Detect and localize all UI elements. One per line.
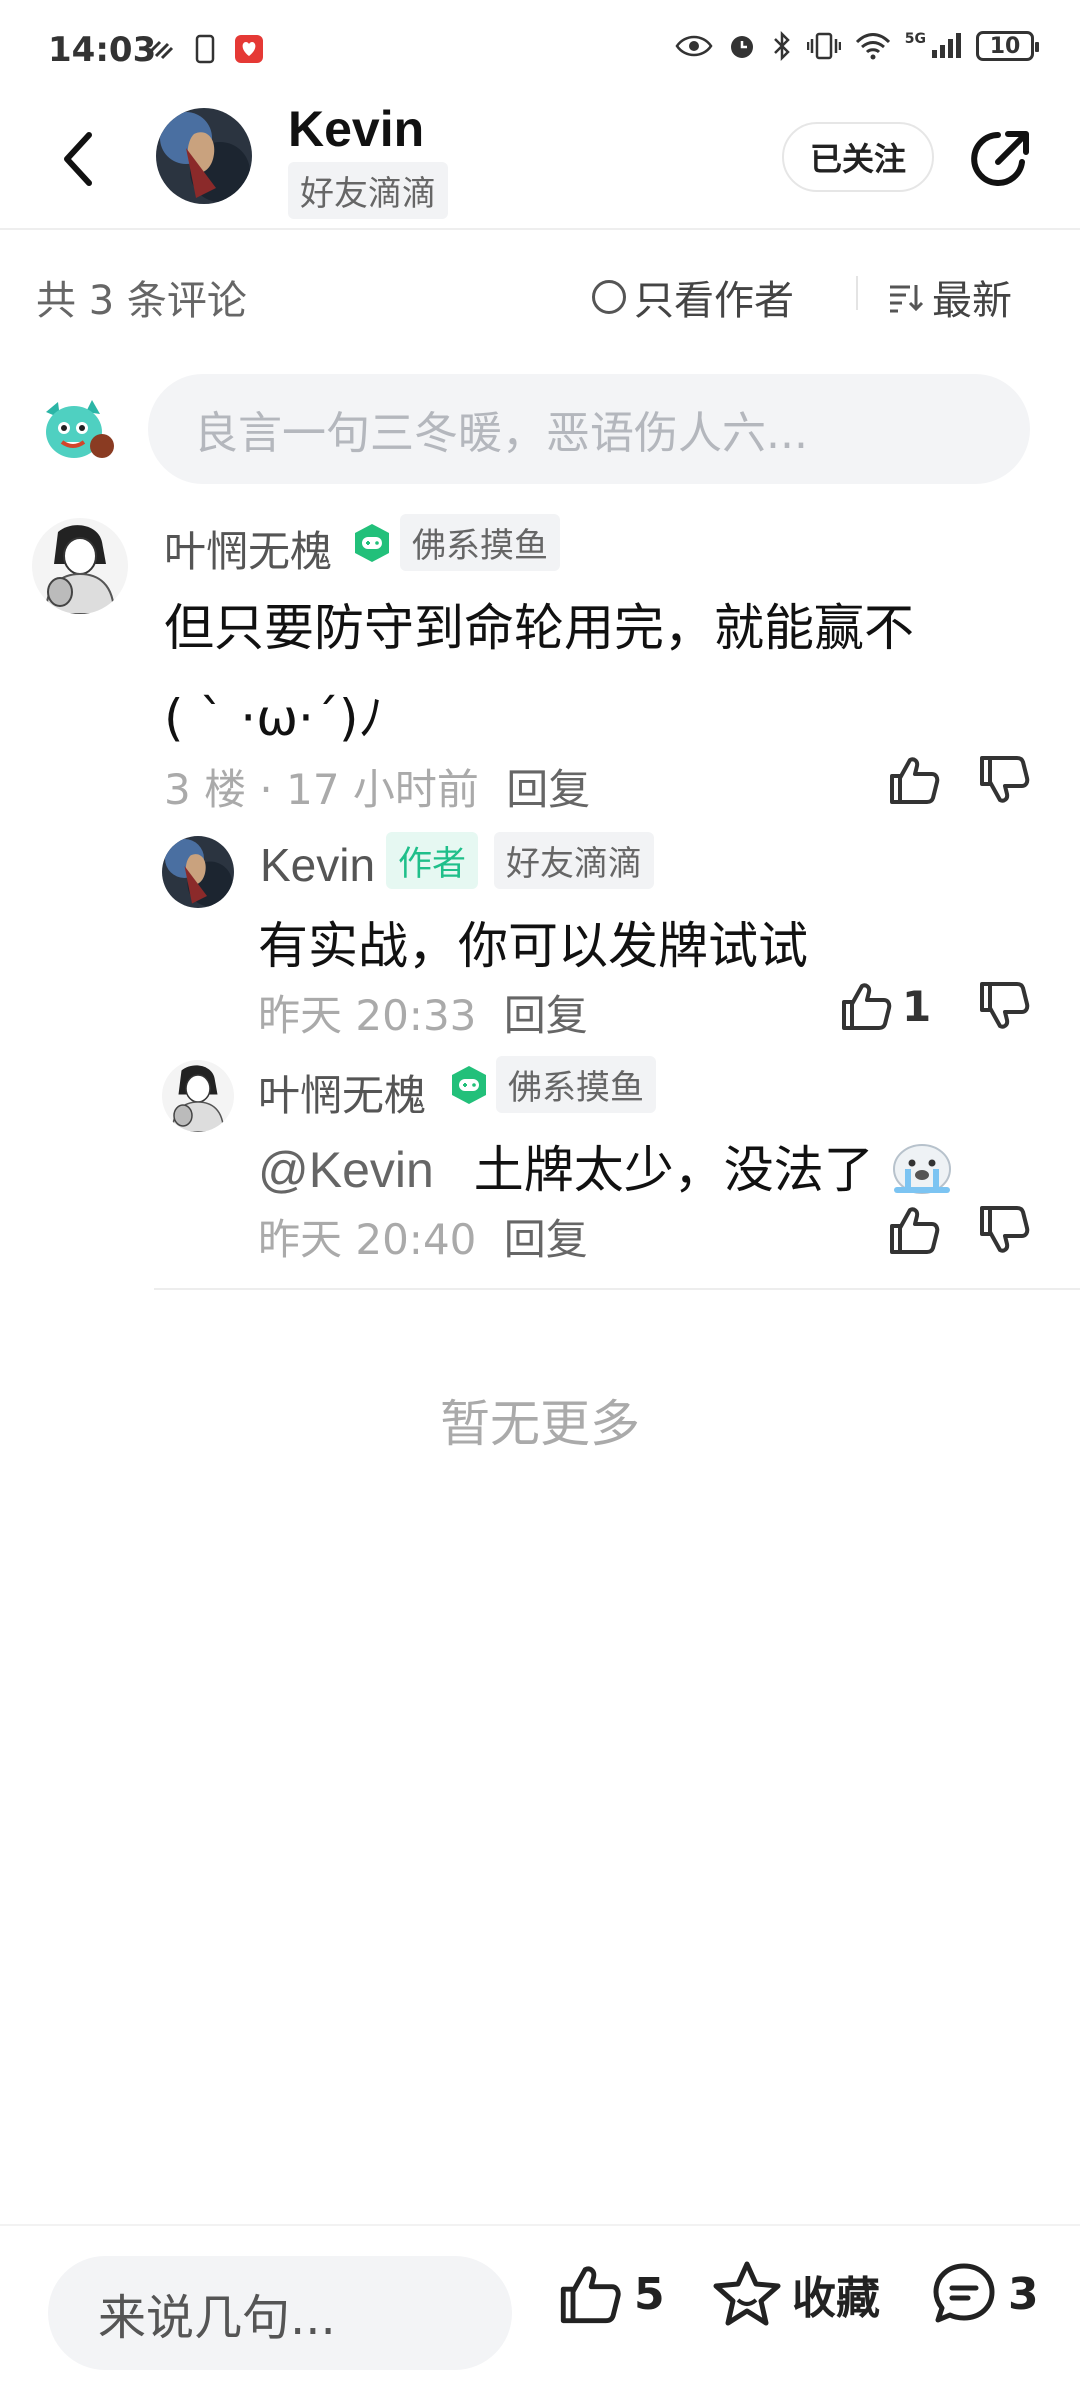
link-icon [148, 40, 174, 60]
commenter-avatar[interactable] [32, 518, 128, 614]
comment-count: 3 [1008, 2268, 1039, 2320]
radio-icon [592, 280, 626, 314]
comment-text-line2: ( ` ·ω·´)ﾉ [164, 689, 384, 747]
bluetooth-icon [773, 30, 790, 62]
author-tag: 好友滴滴 [288, 162, 448, 219]
thumbs-up-icon[interactable] [838, 978, 894, 1034]
follow-button[interactable]: 已关注 [782, 122, 934, 192]
status-right-icons: 5G 10 [675, 30, 1039, 62]
bottom-action-bar: 来说几句... 5 收藏 3 [0, 2224, 1080, 2400]
status-left-icons [146, 34, 264, 64]
bottom-comment-input[interactable]: 来说几句... [48, 2256, 512, 2370]
reply-user-name[interactable]: Kevin [260, 838, 375, 892]
comments-toolbar: 共 3 条评论 只看作者 最新 [0, 232, 1080, 342]
like-count: 5 [634, 2268, 665, 2320]
thumbs-down-icon[interactable] [976, 1202, 1032, 1258]
reply-user-name[interactable]: 叶惘无槐 [258, 1062, 426, 1123]
comment-count: 共 3 条评论 [36, 278, 247, 324]
star-icon [713, 2261, 781, 2326]
status-bar: 14:03 5G 10 [0, 0, 1080, 100]
reply-button[interactable]: 回复 [504, 991, 588, 1040]
alarm-icon [730, 36, 753, 58]
reply-time: 昨天 20:40 [258, 1215, 477, 1264]
header: Kevin 好友滴滴 已关注 [0, 100, 1080, 230]
reply-avatar[interactable] [162, 1060, 234, 1132]
avatar-image [162, 836, 234, 908]
favorite-label: 收藏 [792, 2273, 880, 2324]
reply-button[interactable]: 回复 [504, 1215, 588, 1264]
comment-meta: 3 楼 · 17 小时前 回复 [164, 756, 590, 817]
favorite-button[interactable]: 收藏 [712, 2260, 880, 2328]
wifi-icon [855, 33, 890, 60]
status-time: 14:03 [48, 30, 157, 70]
manga-avatar [32, 518, 128, 614]
manga-avatar [162, 1060, 234, 1132]
battery-level: 10 [989, 33, 1021, 59]
thumbs-down-icon[interactable] [976, 978, 1032, 1034]
signal-icon [932, 33, 961, 58]
comment-text: 但只要防守到命轮用完，就能赢不 [164, 599, 914, 657]
reply-text: @Kevin 土牌太少，没法了 [258, 1130, 954, 1202]
chevron-left-icon [64, 132, 92, 186]
phone-icon [195, 34, 215, 64]
no-more-label: 暂无更多 [440, 1395, 640, 1453]
network-type: 5G [904, 31, 926, 47]
my-avatar [36, 388, 116, 468]
reply-time: 昨天 20:33 [258, 991, 477, 1040]
sort-button[interactable]: 最新 [888, 268, 1012, 326]
sort-icon [890, 285, 924, 313]
thumbs-up-icon[interactable] [886, 752, 942, 808]
mention-link[interactable]: @Kevin [258, 1142, 434, 1198]
author-avatar[interactable] [156, 108, 252, 204]
divider [154, 1288, 1080, 1290]
comment-input[interactable]: 良言一句三冬暖，恶语伤人六... [148, 374, 1030, 484]
mascot-avatar [46, 400, 114, 458]
commenter-name[interactable]: 叶惘无槐 [164, 518, 332, 579]
comment-floor-time: 3 楼 · 17 小时前 [164, 765, 479, 814]
reply-text-body: 土牌太少，没法了 [473, 1141, 874, 1199]
eye-icon [675, 35, 713, 57]
avatar-image [156, 108, 252, 204]
like-button[interactable]: 5 [556, 2260, 665, 2328]
comment-button[interactable]: 3 [930, 2260, 1039, 2328]
author-name[interactable]: Kevin [288, 100, 424, 158]
vibrate-icon [806, 32, 841, 60]
comment-bubble-icon [933, 2263, 995, 2323]
reply-avatar[interactable] [162, 836, 234, 908]
divider [856, 276, 858, 310]
author-badge: 作者 [386, 832, 478, 889]
reply-text: 有实战，你可以发牌试试 [258, 917, 808, 975]
user-tag: 佛系摸鱼 [400, 514, 560, 571]
share-button[interactable] [968, 126, 1034, 192]
author-only-label: 只看作者 [634, 278, 794, 324]
author-only-toggle[interactable]: 只看作者 [592, 268, 794, 326]
like-count: 1 [902, 982, 932, 1031]
user-tag: 佛系摸鱼 [496, 1056, 656, 1113]
sort-label: 最新 [932, 278, 1012, 324]
gamepad-badge-icon [452, 1066, 486, 1104]
battery-indicator: 10 [976, 31, 1039, 61]
app-notify-icon [235, 35, 263, 63]
share-icon [971, 131, 1029, 186]
gamepad-badge-icon [355, 524, 389, 562]
reply-meta: 昨天 20:40 回复 [258, 1206, 588, 1267]
reply-meta: 昨天 20:33 回复 [258, 982, 588, 1043]
user-tag: 好友滴滴 [494, 832, 654, 889]
thumbs-up-icon[interactable] [886, 1202, 942, 1258]
back-button[interactable] [44, 124, 114, 194]
thumbs-up-icon [560, 2266, 621, 2324]
reply-button[interactable]: 回复 [506, 765, 590, 814]
crying-seal-emoji-icon [892, 1144, 951, 1194]
thumbs-down-icon[interactable] [976, 752, 1032, 808]
